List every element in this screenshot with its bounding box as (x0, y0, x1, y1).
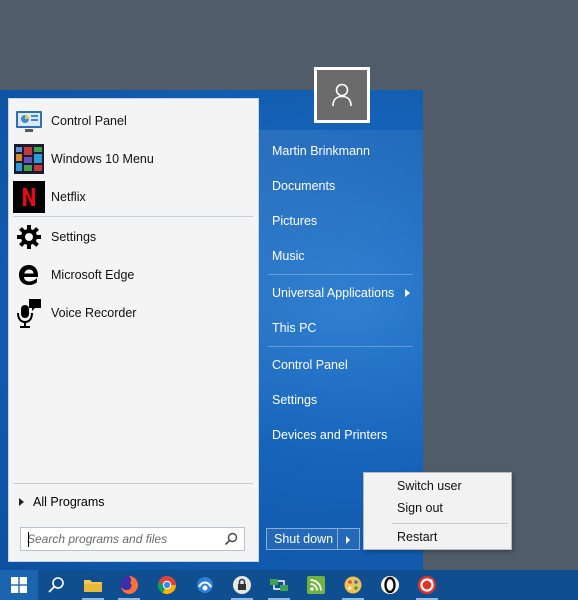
chrome-icon (157, 576, 176, 595)
program-label: Voice Recorder (51, 306, 137, 320)
program-label: Settings (51, 230, 97, 244)
taskbar-file-explorer[interactable] (81, 573, 105, 600)
menu-item-sign-out[interactable]: Sign out (397, 501, 443, 515)
user-avatar-icon (317, 70, 367, 120)
place-this-pc[interactable]: This PC (266, 315, 416, 341)
start-button[interactable] (0, 570, 38, 600)
menu-item-restart[interactable]: Restart (397, 530, 437, 544)
paint-icon (344, 576, 362, 594)
place-label: Settings (272, 393, 318, 407)
place-devices-and-printers[interactable]: Devices and Printers (266, 422, 416, 448)
shutdown-menu: Switch user Sign out Restart (363, 472, 512, 550)
taskbar-vivaldi[interactable] (415, 573, 439, 600)
rss-icon (307, 576, 325, 594)
place-settings[interactable]: Settings (266, 387, 416, 413)
program-netflix[interactable]: Netflix (13, 179, 256, 215)
search-icon (48, 577, 64, 593)
all-programs-button[interactable]: All Programs (19, 493, 105, 511)
menu-divider (392, 523, 508, 524)
shutdown-options-button[interactable] (338, 528, 360, 550)
menu-item-switch-user[interactable]: Switch user (397, 479, 462, 493)
place-label: Universal Applications (272, 286, 395, 300)
place-label: Devices and Printers (272, 428, 388, 442)
text-cursor (28, 532, 29, 547)
opera-icon (381, 576, 399, 594)
network-icon (270, 579, 288, 591)
windows-logo-icon (11, 577, 27, 593)
place-pictures[interactable]: Pictures (266, 208, 416, 234)
shutdown-button[interactable]: Shut down (266, 528, 338, 550)
vivaldi-icon (418, 576, 436, 594)
app-icon (197, 577, 213, 593)
taskbar-network-app[interactable] (267, 573, 291, 600)
program-label: Netflix (51, 190, 86, 204)
settings-gear-icon (13, 221, 45, 253)
program-windows-10-menu[interactable]: Windows 10 Menu (13, 141, 256, 177)
place-universal-applications[interactable]: Universal Applications (266, 280, 416, 306)
lock-icon (233, 576, 251, 594)
place-label: Pictures (272, 214, 318, 228)
voice-recorder-icon (13, 297, 45, 329)
taskbar-chrome[interactable] (155, 573, 179, 597)
program-voice-recorder[interactable]: Voice Recorder (13, 295, 256, 331)
folder-icon (84, 580, 102, 592)
all-programs-label: All Programs (33, 495, 105, 509)
place-music[interactable]: Music (266, 243, 416, 269)
place-label: Music (272, 249, 305, 263)
place-documents[interactable]: Documents (266, 173, 416, 199)
program-microsoft-edge[interactable]: Microsoft Edge (13, 257, 256, 293)
firefox-icon (120, 576, 138, 594)
taskbar-app[interactable] (193, 573, 217, 597)
places-divider (268, 274, 413, 275)
netflix-icon (13, 181, 45, 213)
taskbar-opera[interactable] (378, 573, 402, 597)
place-user-folder[interactable]: Martin Brinkmann (266, 138, 416, 164)
program-label: Control Panel (51, 114, 127, 128)
taskbar-keepass[interactable] (230, 573, 254, 600)
taskbar-rss-reader[interactable] (304, 573, 328, 597)
places-divider (268, 346, 413, 347)
taskbar-paint-app[interactable] (341, 573, 365, 600)
programs-pane: Control Panel Windows 10 Menu Netflix Se… (8, 98, 259, 562)
program-control-panel[interactable]: Control Panel (13, 103, 256, 139)
search-field[interactable] (20, 527, 245, 551)
programs-divider (13, 216, 253, 217)
search-input[interactable] (27, 531, 217, 547)
place-label: This PC (272, 321, 317, 335)
program-label: Microsoft Edge (51, 268, 135, 282)
search-icon[interactable] (224, 532, 238, 546)
chevron-right-icon (405, 289, 410, 297)
taskbar-search[interactable] (44, 573, 68, 597)
all-programs-divider (13, 483, 253, 484)
program-label: Windows 10 Menu (51, 152, 154, 166)
place-label: Documents (272, 179, 336, 193)
place-control-panel[interactable]: Control Panel (266, 352, 416, 378)
place-label: Martin Brinkmann (272, 144, 370, 158)
place-label: Control Panel (272, 358, 348, 372)
chevron-right-icon (19, 498, 24, 506)
shutdown-label: Shut down (274, 532, 334, 546)
taskbar (0, 570, 578, 600)
user-avatar[interactable] (314, 67, 370, 123)
taskbar-firefox[interactable] (117, 573, 141, 600)
program-settings[interactable]: Settings (13, 219, 256, 255)
windows-10-menu-icon (13, 143, 45, 175)
microsoft-edge-icon (13, 259, 45, 291)
control-panel-icon (13, 105, 45, 137)
